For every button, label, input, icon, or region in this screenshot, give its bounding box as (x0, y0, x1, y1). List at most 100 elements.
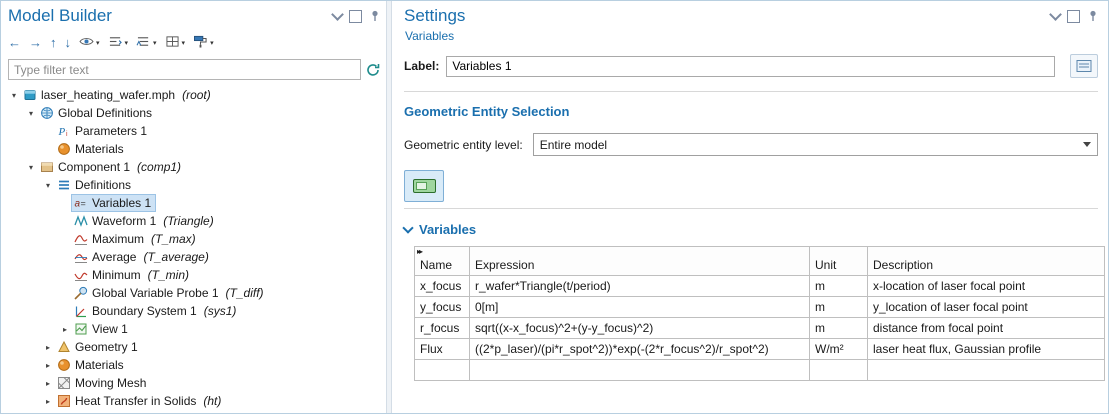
tree-expander-icon[interactable]: ▸ (42, 397, 54, 406)
component-icon (40, 160, 54, 174)
expand-collapse-icon[interactable]: ▾ (108, 35, 129, 51)
tree-item-label: Boundary System 1 (92, 304, 197, 318)
cell-expression[interactable]: ((2*p_laser)/(pi*r_spot^2))*exp(-(2*r_fo… (470, 339, 810, 360)
move-down-arrow-icon[interactable]: ↓ (65, 36, 72, 50)
column-header-name[interactable]: ▸▸Name (415, 247, 470, 276)
table-row (415, 360, 1105, 381)
tree-expander-icon[interactable]: ▾ (25, 109, 37, 118)
cell-unit[interactable] (810, 360, 868, 381)
tree-item-label: Waveform 1 (92, 214, 156, 228)
refresh-icon[interactable] (366, 63, 380, 77)
geometric-entity-level-row: Geometric entity level: Entire model (404, 133, 1098, 156)
tree-item-tag: (T_average) (143, 250, 208, 264)
tree-item-tag: (T_max) (151, 232, 196, 246)
variables-section-header[interactable]: Variables (404, 222, 1098, 237)
cell-name[interactable]: r_focus (415, 318, 470, 339)
table-row: x_focusr_wafer*Triangle(t/period)mx-loca… (415, 276, 1105, 297)
tree-item-global-variable-probe-1[interactable]: Global Variable Probe 1(T_diff) (8, 284, 380, 302)
chart-max-icon (74, 232, 88, 246)
cell-expression[interactable]: 0[m] (470, 297, 810, 318)
tree-item-definitions[interactable]: ▾Definitions (8, 176, 380, 194)
model-tree-node-text-icon[interactable]: ▾ (136, 35, 157, 51)
tree-item-boundary-system-1[interactable]: Boundary System 1(sys1) (8, 302, 380, 320)
dropdown-caret-icon[interactable]: ▾ (125, 39, 129, 47)
cell-expression[interactable]: sqrt((x-x_focus)^2+(y-y_focus)^2) (470, 318, 810, 339)
table-columns-icon[interactable]: ▾ (165, 35, 186, 51)
cell-unit[interactable]: m (810, 318, 868, 339)
panel-window-controls (1051, 10, 1098, 23)
settings-titlebar: Settings (404, 6, 1098, 26)
float-panel-icon[interactable] (349, 10, 362, 23)
tree-item-label: Materials (75, 142, 124, 156)
tree-item-variables-1[interactable]: a=Variables 1 (8, 194, 380, 212)
tree-expander-icon[interactable]: ▸ (59, 325, 71, 334)
tree-item-materials[interactable]: ▸Materials (8, 356, 380, 374)
geometric-entity-level-select[interactable]: Entire model (533, 133, 1098, 156)
label-input[interactable] (446, 56, 1055, 77)
divider (404, 208, 1098, 209)
tree-item-component-1[interactable]: ▾Component 1(comp1) (8, 158, 380, 176)
tree-node: Global Definitions (37, 104, 157, 122)
tree-item-global-definitions[interactable]: ▾Global Definitions (8, 104, 380, 122)
tree-item-heat-transfer-in-solids[interactable]: ▸Heat Transfer in Solids(ht) (8, 392, 380, 410)
tree-expander-icon[interactable]: ▸ (42, 361, 54, 370)
appearance-icon[interactable]: ▾ (193, 35, 214, 51)
tree-expander-icon[interactable]: ▸ (42, 343, 54, 352)
chevron-down-icon (402, 222, 413, 233)
tree-item-label: Geometry 1 (75, 340, 138, 354)
panel-window-controls (333, 10, 380, 23)
tree-item-label: laser_heating_wafer.mph (41, 88, 175, 102)
tree-item-label: Component 1 (58, 160, 130, 174)
tree-item-materials[interactable]: Materials (8, 140, 380, 158)
column-header-description[interactable]: Description (868, 247, 1105, 276)
forward-arrow-icon[interactable]: → (29, 36, 42, 50)
dropdown-caret-icon[interactable]: ▾ (153, 39, 157, 47)
cell-unit[interactable]: W/m² (810, 339, 868, 360)
pin-icon[interactable] (369, 11, 380, 22)
cell-name[interactable]: Flux (415, 339, 470, 360)
model-builder-toolbar: ← → ↑ ↓ ▾ ▾ ▾ ▾ ▾ (8, 33, 380, 53)
cell-expression[interactable] (470, 360, 810, 381)
tree-expander-icon[interactable]: ▸ (42, 379, 54, 388)
float-panel-icon[interactable] (1067, 10, 1080, 23)
show-icon[interactable]: ▾ (79, 35, 100, 51)
cell-description[interactable]: distance from focal point (868, 318, 1105, 339)
back-arrow-icon[interactable]: ← (8, 36, 21, 50)
tree-item-view-1[interactable]: ▸View 1 (8, 320, 380, 338)
tree-item-minimum[interactable]: Minimum(T_min) (8, 266, 380, 284)
globe-icon (40, 106, 54, 120)
model-builder-title: Model Builder (8, 6, 112, 26)
tree-item-maximum[interactable]: Maximum(T_max) (8, 230, 380, 248)
tree-expander-icon[interactable]: ▾ (25, 163, 37, 172)
tree-item-moving-mesh[interactable]: ▸Moving Mesh (8, 374, 380, 392)
tree-item-geometry-1[interactable]: ▸ Geometry 1 (8, 338, 380, 356)
dropdown-caret-icon[interactable]: ▾ (210, 39, 214, 47)
tree-item-parameters-1[interactable]: PiParameters 1 (8, 122, 380, 140)
dropdown-caret-icon[interactable]: ▾ (96, 39, 100, 47)
cell-description[interactable] (868, 360, 1105, 381)
cell-description[interactable]: laser heat flux, Gaussian profile (868, 339, 1105, 360)
cell-name[interactable]: x_focus (415, 276, 470, 297)
dropdown-caret-icon[interactable]: ▾ (182, 39, 186, 47)
active-selection-toggle[interactable] (404, 170, 444, 202)
tree-item-laser-heating-wafer-mph[interactable]: ▾laser_heating_wafer.mph(root) (8, 86, 380, 104)
cell-unit[interactable]: m (810, 276, 868, 297)
tree-expander-icon[interactable]: ▾ (42, 181, 54, 190)
column-header-expression[interactable]: Expression (470, 247, 810, 276)
collapse-panel-icon[interactable] (331, 8, 344, 21)
cell-name[interactable] (415, 360, 470, 381)
cell-description[interactable]: x-location of laser focal point (868, 276, 1105, 297)
filter-input[interactable] (8, 59, 361, 80)
cell-description[interactable]: y_location of laser focal point (868, 297, 1105, 318)
column-header-unit[interactable]: Unit (810, 247, 868, 276)
pin-icon[interactable] (1087, 11, 1098, 22)
collapse-panel-icon[interactable] (1049, 8, 1062, 21)
tree-item-average[interactable]: Average(T_average) (8, 248, 380, 266)
show-label-in-interface-button[interactable] (1070, 54, 1098, 78)
cell-unit[interactable]: m (810, 297, 868, 318)
cell-expression[interactable]: r_wafer*Triangle(t/period) (470, 276, 810, 297)
tree-item-waveform-1[interactable]: Waveform 1(Triangle) (8, 212, 380, 230)
cell-name[interactable]: y_focus (415, 297, 470, 318)
tree-expander-icon[interactable]: ▾ (8, 91, 20, 100)
move-up-arrow-icon[interactable]: ↑ (50, 36, 57, 50)
